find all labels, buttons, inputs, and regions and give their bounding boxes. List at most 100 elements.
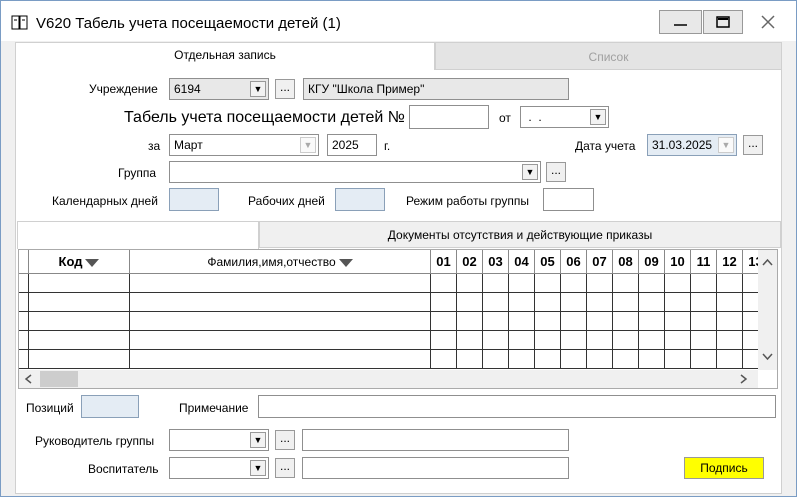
table-cell[interactable]: [587, 331, 613, 350]
table-cell[interactable]: [457, 350, 483, 369]
filter-icon[interactable]: [338, 258, 353, 267]
table-cell[interactable]: [613, 350, 639, 369]
teacher-select[interactable]: ▼: [169, 457, 269, 479]
table-cell[interactable]: [665, 331, 691, 350]
table-cell[interactable]: [717, 350, 743, 369]
table-cell[interactable]: [19, 350, 29, 369]
table-cell[interactable]: [483, 350, 509, 369]
table-cell[interactable]: [535, 350, 561, 369]
table-cell[interactable]: [130, 350, 431, 369]
table-cell[interactable]: [665, 350, 691, 369]
table-cell[interactable]: [561, 350, 587, 369]
vertical-scrollbar[interactable]: [758, 250, 777, 370]
table-cell[interactable]: [561, 293, 587, 312]
table-cell[interactable]: [639, 274, 665, 293]
table-cell[interactable]: [691, 331, 717, 350]
table-cell[interactable]: [431, 331, 457, 350]
table-cell[interactable]: [29, 350, 130, 369]
close-button[interactable]: [746, 10, 790, 34]
table-cell[interactable]: [509, 350, 535, 369]
table-cell[interactable]: [509, 293, 535, 312]
month-select[interactable]: Март ▼: [169, 134, 319, 156]
table-cell[interactable]: [535, 312, 561, 331]
day-column-header[interactable]: 01: [431, 250, 457, 274]
table-cell[interactable]: [29, 293, 130, 312]
maximize-button[interactable]: [703, 10, 743, 34]
day-column-header[interactable]: 02: [457, 250, 483, 274]
day-column-header[interactable]: 08: [613, 250, 639, 274]
filter-icon[interactable]: [85, 258, 100, 267]
table-cell[interactable]: [639, 331, 665, 350]
table-cell[interactable]: [717, 274, 743, 293]
table-cell[interactable]: [431, 312, 457, 331]
day-column-header[interactable]: 10: [665, 250, 691, 274]
account-date-picker[interactable]: 31.03.2025 ▼: [647, 134, 737, 156]
table-cell[interactable]: [509, 312, 535, 331]
institution-lookup-button[interactable]: ...: [275, 79, 295, 99]
table-cell[interactable]: [639, 350, 665, 369]
table-cell[interactable]: [587, 274, 613, 293]
table-cell[interactable]: [691, 350, 717, 369]
teacher-lookup-button[interactable]: ...: [275, 458, 295, 478]
table-cell[interactable]: [717, 331, 743, 350]
table-cell[interactable]: [483, 331, 509, 350]
table-cell[interactable]: [19, 274, 29, 293]
table-cell[interactable]: [639, 293, 665, 312]
group-head-select[interactable]: ▼: [169, 429, 269, 451]
table-cell[interactable]: [639, 312, 665, 331]
table-cell[interactable]: [483, 312, 509, 331]
table-cell[interactable]: [130, 293, 431, 312]
table-cell[interactable]: [483, 274, 509, 293]
table-cell[interactable]: [535, 274, 561, 293]
table-cell[interactable]: [19, 312, 29, 331]
tab-attendance[interactable]: [17, 221, 259, 249]
table-cell[interactable]: [130, 331, 431, 350]
table-cell[interactable]: [457, 293, 483, 312]
table-cell[interactable]: [561, 331, 587, 350]
table-cell[interactable]: [457, 331, 483, 350]
table-cell[interactable]: [431, 293, 457, 312]
horizontal-scrollbar[interactable]: [19, 370, 758, 388]
table-cell[interactable]: [587, 350, 613, 369]
day-column-header[interactable]: 11: [691, 250, 717, 274]
timesheet-number-input[interactable]: [409, 105, 489, 129]
group-head-lookup-button[interactable]: ...: [275, 430, 295, 450]
table-cell[interactable]: [535, 331, 561, 350]
table-cell[interactable]: [431, 274, 457, 293]
group-select[interactable]: ▼: [169, 161, 541, 183]
table-cell[interactable]: [587, 293, 613, 312]
table-cell[interactable]: [717, 293, 743, 312]
from-date-picker[interactable]: . . ▼: [520, 106, 609, 128]
day-column-header[interactable]: 04: [509, 250, 535, 274]
column-header-name[interactable]: Фамилия,имя,отчество: [130, 250, 431, 274]
year-input[interactable]: 2025: [327, 134, 377, 156]
table-cell[interactable]: [691, 312, 717, 331]
day-column-header[interactable]: 12: [717, 250, 743, 274]
table-cell[interactable]: [509, 331, 535, 350]
attendance-grid[interactable]: Код Фамилия,имя,отчество 01 02 03 04 05 06 07 0…: [18, 249, 778, 389]
table-cell[interactable]: [665, 312, 691, 331]
day-column-header[interactable]: 07: [587, 250, 613, 274]
group-mode-input[interactable]: [543, 188, 594, 211]
table-cell[interactable]: [665, 274, 691, 293]
table-cell[interactable]: [535, 293, 561, 312]
table-cell[interactable]: [587, 312, 613, 331]
day-column-header[interactable]: 06: [561, 250, 587, 274]
table-cell[interactable]: [691, 274, 717, 293]
day-column-header[interactable]: 09: [639, 250, 665, 274]
table-cell[interactable]: [457, 312, 483, 331]
table-cell[interactable]: [613, 331, 639, 350]
group-lookup-button[interactable]: ...: [546, 162, 566, 182]
tab-single-record[interactable]: Отдельная запись: [15, 42, 435, 71]
table-cell[interactable]: [561, 274, 587, 293]
table-cell[interactable]: [431, 350, 457, 369]
table-cell[interactable]: [613, 312, 639, 331]
sign-button[interactable]: Подпись: [684, 457, 764, 479]
table-cell[interactable]: [457, 274, 483, 293]
table-cell[interactable]: [130, 274, 431, 293]
table-cell[interactable]: [130, 312, 431, 331]
table-cell[interactable]: [613, 274, 639, 293]
account-date-lookup-button[interactable]: ...: [743, 135, 763, 155]
table-cell[interactable]: [29, 274, 130, 293]
table-cell[interactable]: [665, 293, 691, 312]
